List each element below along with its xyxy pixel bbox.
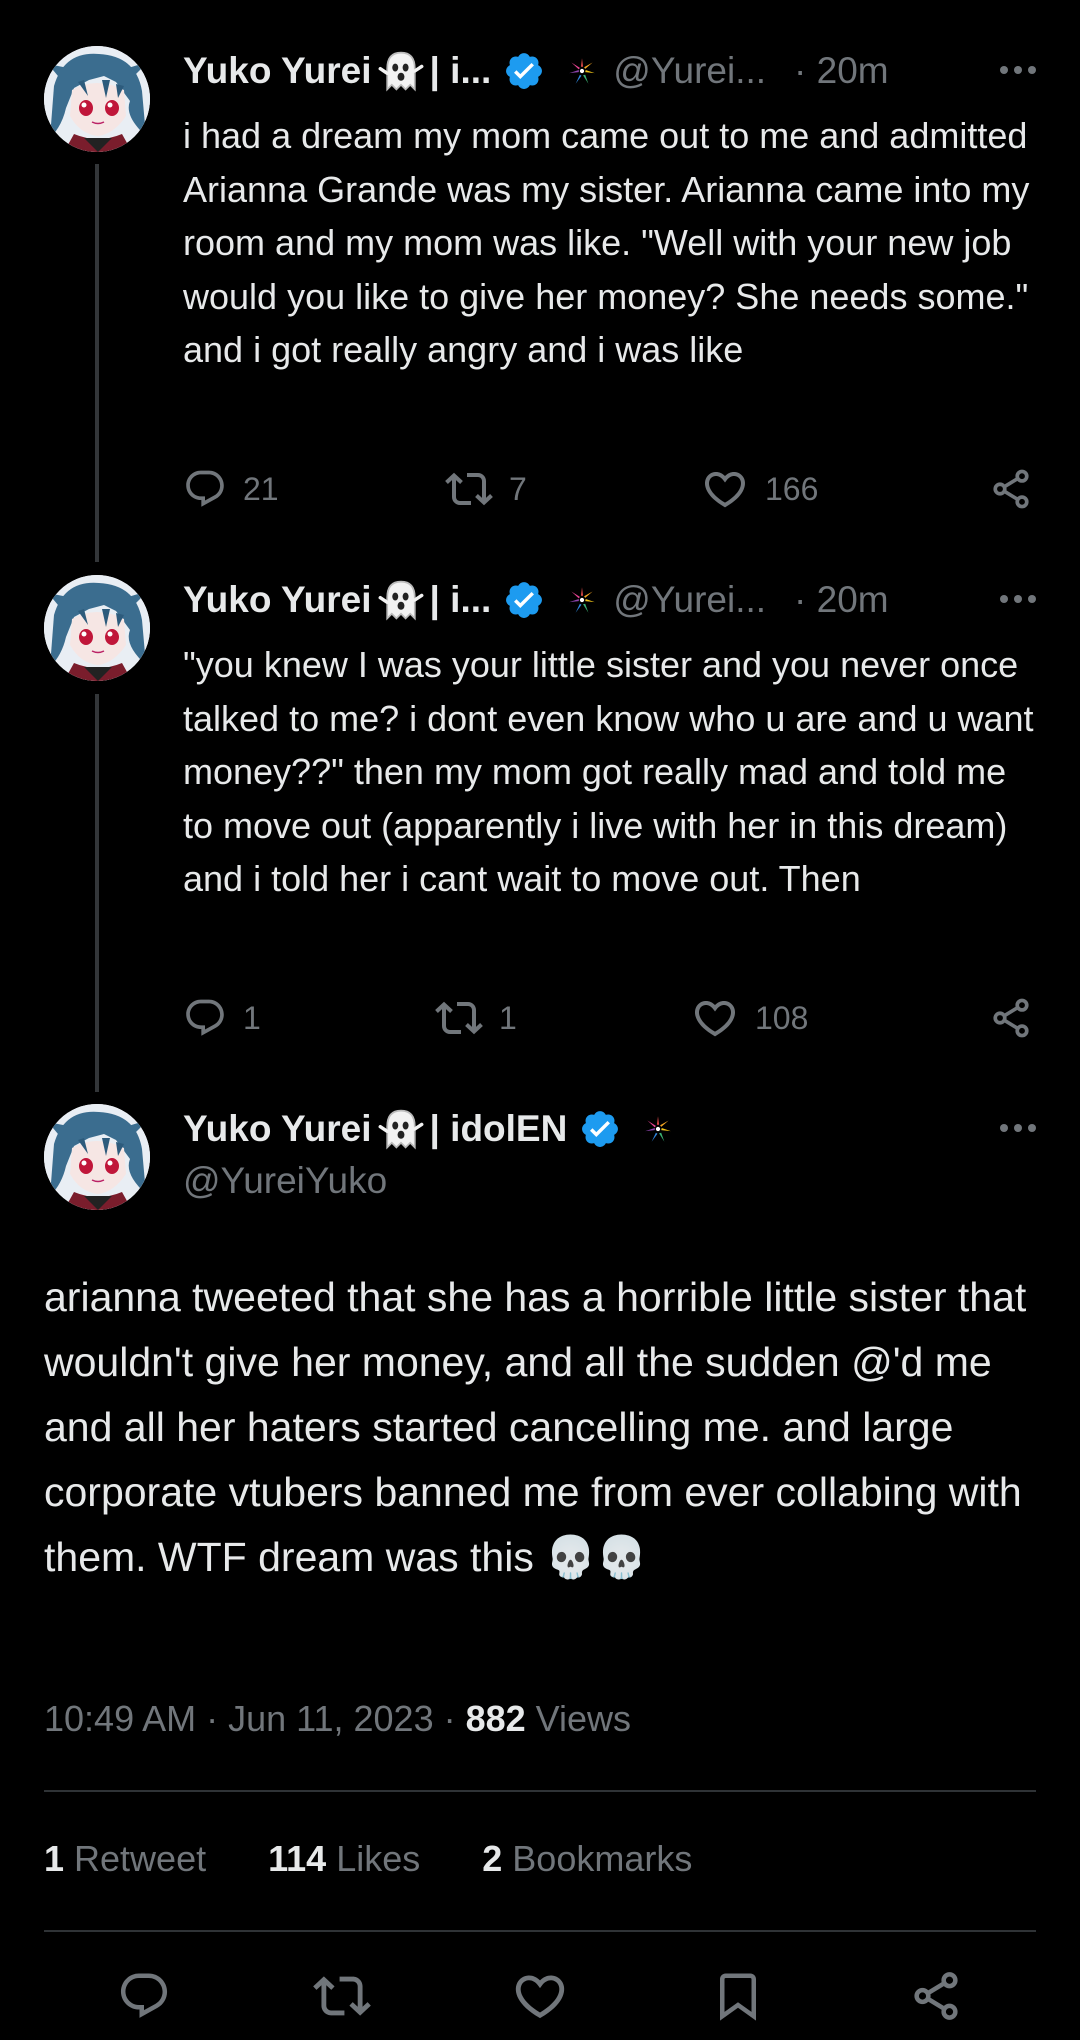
engagement-stats: 1 Retweet 114 Likes 2 Bookmarks	[44, 1838, 744, 1880]
retweet-count: 1	[499, 999, 517, 1036]
like-button[interactable]: 108	[691, 992, 808, 1044]
like-icon	[691, 994, 739, 1042]
reply-button[interactable]: 1	[183, 992, 261, 1044]
like-icon	[701, 465, 749, 513]
share-icon	[989, 996, 1033, 1040]
reply-icon	[183, 467, 227, 511]
reply-icon	[117, 1969, 171, 2023]
display-name-suffix[interactable]: | idolEN	[430, 1108, 568, 1150]
retweet-button[interactable]	[312, 1966, 372, 2026]
verified-badge-icon[interactable]	[579, 1108, 621, 1150]
retweets-stat[interactable]: 1 Retweet	[44, 1838, 206, 1879]
affiliate-badge-icon[interactable]	[641, 1112, 675, 1146]
share-icon	[909, 1969, 963, 2023]
post-time[interactable]: 10:49 AM · Jun 11, 2023 ·	[44, 1698, 466, 1739]
more-options-icon[interactable]	[996, 1108, 1040, 1148]
more-options-icon[interactable]	[996, 579, 1040, 619]
reply-button[interactable]: 21	[183, 463, 279, 515]
thread-connector-line	[95, 694, 99, 1092]
thread-tweet-2[interactable]: Yuko Yurei | i... @Yurei... · 20m "you k…	[0, 530, 1080, 1092]
user-handle[interactable]: @Yurei...	[613, 579, 766, 621]
timestamp[interactable]: · 20m	[794, 579, 889, 621]
like-button[interactable]	[510, 1966, 570, 2026]
divider	[44, 1930, 1036, 1932]
verified-badge-icon[interactable]	[503, 50, 545, 92]
retweet-icon	[435, 994, 483, 1042]
user-handle[interactable]: @Yurei...	[613, 50, 766, 92]
retweet-button[interactable]: 7	[445, 463, 527, 515]
views-count: 882	[465, 1698, 526, 1739]
views-label: Views	[525, 1698, 632, 1739]
display-name-suffix[interactable]: | i...	[430, 579, 492, 621]
retweet-button[interactable]: 1	[435, 992, 517, 1044]
display-name[interactable]: Yuko Yurei	[183, 50, 372, 92]
like-count: 166	[765, 470, 819, 507]
like-count: 108	[755, 999, 809, 1036]
divider	[44, 1790, 1036, 1792]
ghost-emoji-icon	[378, 1106, 424, 1152]
retweet-count: 7	[509, 470, 527, 507]
main-tweet-text: arianna tweeted that she has a horrible …	[44, 1274, 1027, 1580]
share-button[interactable]	[906, 1966, 966, 2026]
verified-badge-icon[interactable]	[503, 579, 545, 621]
reply-icon	[183, 996, 227, 1040]
bookmark-button[interactable]	[708, 1966, 768, 2026]
display-name[interactable]: Yuko Yurei	[183, 579, 372, 621]
action-bar	[0, 1966, 1080, 2026]
user-handle[interactable]: @YureiYuko	[183, 1160, 387, 1202]
display-name-suffix[interactable]: | i...	[430, 50, 492, 92]
affiliate-badge-icon[interactable]	[565, 54, 599, 88]
display-name[interactable]: Yuko Yurei	[183, 1108, 372, 1150]
like-icon	[511, 1967, 569, 2025]
tweet-metadata: 10:49 AM · Jun 11, 2023 · 882 Views	[44, 1698, 631, 1740]
ghost-emoji-icon	[378, 48, 424, 94]
ghost-emoji-icon	[378, 577, 424, 623]
avatar[interactable]	[44, 1104, 150, 1210]
avatar[interactable]	[44, 46, 150, 152]
share-button[interactable]	[989, 992, 1049, 1044]
likes-stat[interactable]: 114 Likes	[268, 1838, 420, 1879]
reply-count: 21	[243, 470, 279, 507]
retweet-icon	[313, 1967, 371, 2025]
avatar[interactable]	[44, 575, 150, 681]
like-button[interactable]: 166	[701, 463, 818, 515]
affiliate-badge-icon[interactable]	[565, 583, 599, 617]
bookmark-icon	[711, 1969, 765, 2023]
retweet-icon	[445, 465, 493, 513]
thread-connector-line	[95, 164, 99, 562]
reply-button[interactable]	[114, 1966, 174, 2026]
more-options-icon[interactable]	[996, 50, 1040, 90]
tweet-text: i had a dream my mom came out to me and …	[183, 115, 1030, 370]
tweet-text: "you knew I was your little sister and y…	[183, 644, 1034, 899]
share-icon	[989, 467, 1033, 511]
bookmarks-stat[interactable]: 2 Bookmarks	[482, 1838, 692, 1879]
thread-tweet-1[interactable]: Yuko Yurei | i... @Yurei... · 20m i had …	[0, 0, 1080, 562]
timestamp[interactable]: · 20m	[794, 50, 889, 92]
reply-count: 1	[243, 999, 261, 1036]
share-button[interactable]	[989, 463, 1049, 515]
